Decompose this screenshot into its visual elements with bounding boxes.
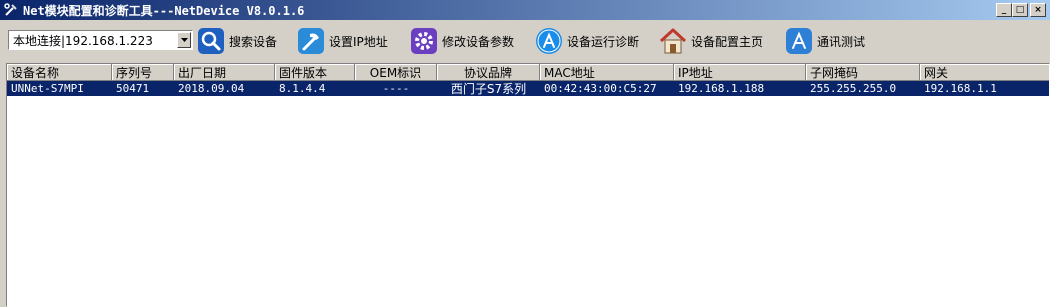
comm-test-label: 通讯测试: [817, 34, 866, 49]
run-diagnostics-label: 设备运行诊断: [567, 34, 640, 49]
chevron-down-icon[interactable]: [177, 32, 191, 48]
appstore-icon: [784, 26, 814, 56]
connection-select-value: 本地连接|192.168.1.223: [13, 33, 153, 48]
run-diagnostics-button[interactable]: 设备运行诊断: [534, 24, 639, 58]
config-home-label: 设备配置主页: [691, 34, 764, 49]
cell-firmware: 8.1.4.4: [279, 82, 326, 95]
column-header-ip[interactable]: IP地址: [674, 64, 806, 81]
modify-params-button[interactable]: 修改设备参数: [409, 24, 514, 58]
cell-oem: ----: [382, 82, 410, 95]
cell-gateway: 192.168.1.1: [924, 82, 997, 95]
home-icon: [658, 26, 688, 56]
column-header-protocol[interactable]: 协议品牌: [437, 64, 540, 81]
set-ip-label: 设置IP地址: [329, 34, 388, 49]
column-header-oem[interactable]: OEM标识: [355, 64, 437, 81]
modify-params-label: 修改设备参数: [442, 34, 515, 49]
title-bar[interactable]: Net模块配置和诊断工具---NetDevice V8.0.1.6 _ □ ×: [0, 0, 1050, 20]
appstore-icon: [534, 26, 564, 56]
search-device-label: 搜索设备: [229, 34, 278, 49]
table-row[interactable]: UNNet-S7MPI 50471 2018.09.04 8.1.4.4 ---…: [7, 81, 1049, 96]
column-header-device-name[interactable]: 设备名称: [7, 64, 112, 81]
cell-device-name: UNNet-S7MPI: [11, 82, 84, 95]
search-device-button[interactable]: 搜索设备: [196, 24, 277, 58]
close-button[interactable]: ×: [1030, 3, 1046, 17]
config-home-button[interactable]: 设备配置主页: [658, 24, 763, 58]
toolbar: 本地连接|192.168.1.223 搜索设备 设置IP地址 修改设备参数 设备…: [0, 22, 1050, 60]
column-header-firmware[interactable]: 固件版本: [275, 64, 355, 81]
column-header-serial[interactable]: 序列号: [112, 64, 174, 81]
hammer-icon: [296, 26, 326, 56]
search-icon: [196, 26, 226, 56]
minimize-button[interactable]: _: [996, 3, 1012, 17]
tools-icon: [3, 2, 19, 18]
restore-button[interactable]: □: [1012, 3, 1028, 17]
device-list[interactable]: 设备名称 序列号 出厂日期 固件版本 OEM标识 协议品牌 MAC地址 IP地址…: [6, 63, 1050, 307]
comm-test-button[interactable]: 通讯测试: [784, 24, 865, 58]
main-window: Net模块配置和诊断工具---NetDevice V8.0.1.6 _ □ × …: [0, 0, 1050, 307]
column-header-subnet[interactable]: 子网掩码: [806, 64, 920, 81]
gear-icon: [409, 26, 439, 56]
cell-protocol: 西门子S7系列: [450, 82, 527, 96]
cell-subnet: 255.255.255.0: [810, 82, 897, 95]
column-header-mac[interactable]: MAC地址: [540, 64, 674, 81]
connection-select[interactable]: 本地连接|192.168.1.223: [8, 30, 193, 50]
set-ip-button[interactable]: 设置IP地址: [296, 24, 388, 58]
cell-mac: 00:42:43:00:C5:27: [544, 82, 657, 95]
column-header-gateway[interactable]: 网关: [920, 64, 1049, 81]
cell-ip: 192.168.1.188: [678, 82, 765, 95]
cell-date: 2018.09.04: [178, 82, 245, 95]
window-title: Net模块配置和诊断工具---NetDevice V8.0.1.6: [23, 3, 305, 18]
cell-serial: 50471: [116, 82, 150, 95]
column-header-date[interactable]: 出厂日期: [174, 64, 275, 81]
table-header: 设备名称 序列号 出厂日期 固件版本 OEM标识 协议品牌 MAC地址 IP地址…: [7, 64, 1049, 81]
